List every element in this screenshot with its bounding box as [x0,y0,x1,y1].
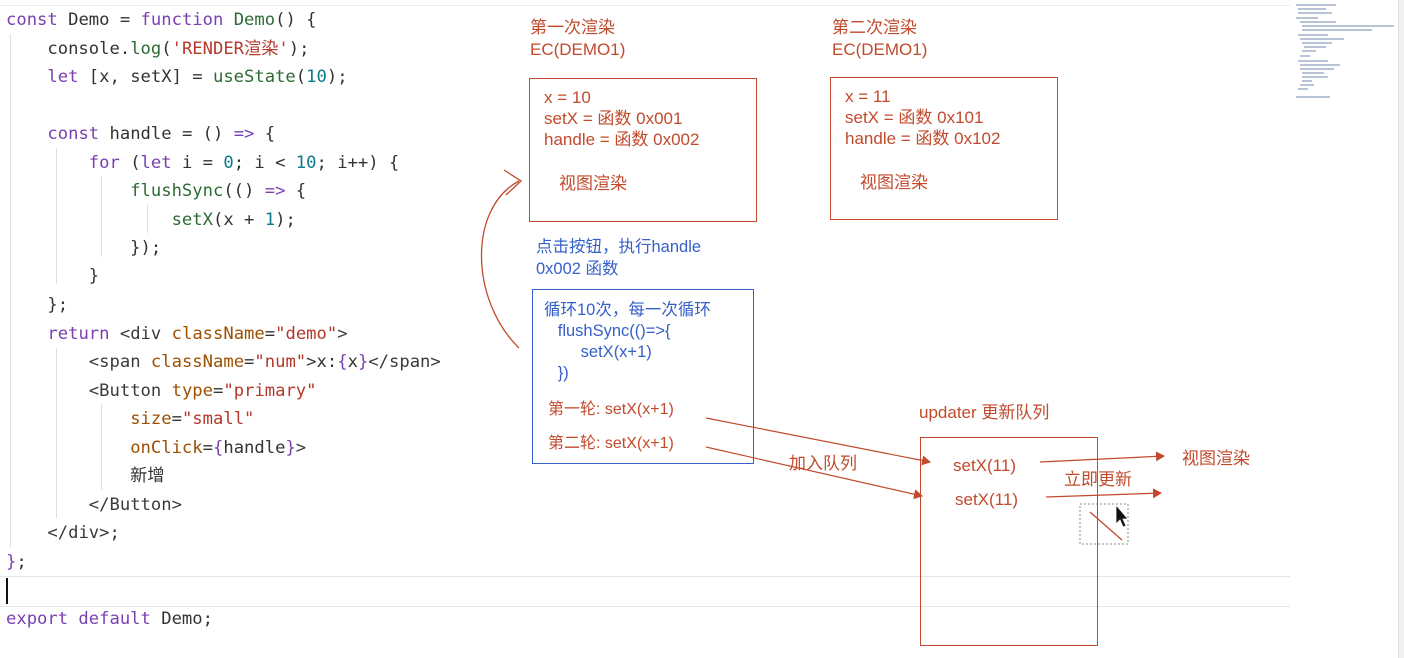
vertical-scrollbar[interactable] [1398,0,1404,658]
immediate-arrow [1045,488,1162,499]
curve-arrow [480,180,520,349]
render-arrow [1039,451,1165,463]
screen: const Demo = function Demo() { console.l… [0,0,1404,658]
curve-arrow-head [503,169,523,196]
round1-arrow [705,417,931,466]
mouse-cursor-icon [1115,503,1129,528]
minimap[interactable] [1294,0,1398,118]
arrows-overlay [480,169,1165,545]
